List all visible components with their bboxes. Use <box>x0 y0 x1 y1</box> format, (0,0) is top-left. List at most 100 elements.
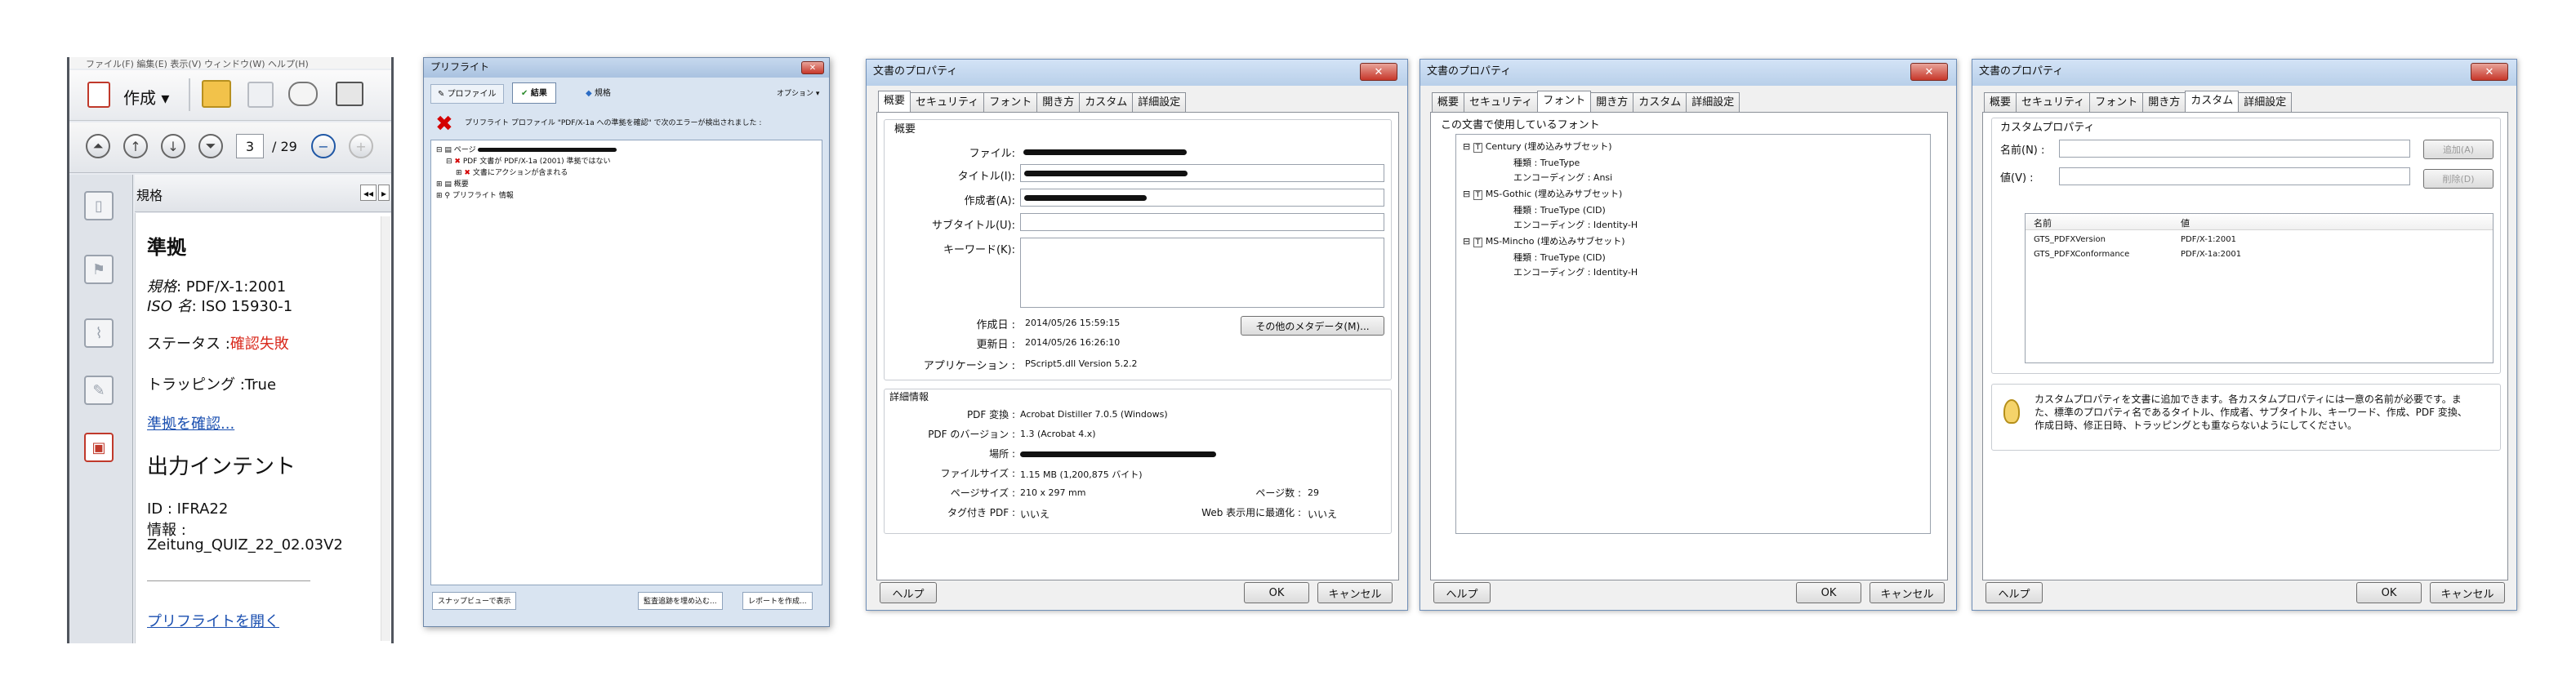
expand-right-icon[interactable]: ▸ <box>378 185 390 201</box>
property-value-field[interactable] <box>2059 167 2410 185</box>
font-item[interactable]: ⊟ T Century (埋め込みサブセット) <box>1463 140 1612 153</box>
menu-bar[interactable]: ファイル(F) 編集(E) 表示(V) ウィンドウ(W) ヘルプ(H) <box>69 57 391 69</box>
author-field[interactable] <box>1020 189 1384 207</box>
tab-profile[interactable]: ✎ プロファイル <box>430 84 504 104</box>
tab-custom[interactable]: カスタム <box>1079 92 1134 113</box>
zoom-in-icon[interactable]: + <box>349 134 373 158</box>
table-row[interactable]: GTS_PDFXVersion PDF/X-1:2001 <box>2026 233 2493 248</box>
close-icon[interactable]: ✕ <box>1910 63 1948 81</box>
tab-fonts[interactable]: フォント <box>983 92 1038 113</box>
tab-summary[interactable]: 概要 <box>1984 92 2017 113</box>
tab-initial-view[interactable]: 開き方 <box>1590 92 1634 113</box>
page-thumbnails-icon[interactable]: ▯ <box>84 191 114 220</box>
options-menu[interactable]: オプション ▾ <box>777 87 819 98</box>
title-field[interactable] <box>1020 164 1384 182</box>
cancel-button[interactable]: キャンセル <box>1870 582 1945 603</box>
help-button[interactable]: ヘルプ <box>880 582 937 603</box>
standards-icon[interactable]: ▣ <box>84 433 114 462</box>
table-row[interactable]: GTS_PDFXConformance PDF/X-1a:2001 <box>2026 248 2493 263</box>
tab-summary[interactable]: 概要 <box>1432 92 1465 113</box>
version-label: PDF のバージョン : <box>928 429 1015 440</box>
scrollbar[interactable] <box>381 216 390 641</box>
tree-item[interactable]: ⊞ ▤ 概要 <box>436 178 469 189</box>
zoom-out-icon[interactable]: − <box>311 134 336 158</box>
redaction <box>1020 451 1216 457</box>
font-item[interactable]: ⊟ T MS-Mincho (埋め込みサブセット) <box>1463 234 1625 247</box>
cancel-button[interactable]: キャンセル <box>2430 582 2505 603</box>
font-encoding: エンコーディング : Identity-H <box>1513 267 1638 278</box>
dialog-title: 文書のプロパティ <box>1972 60 2516 86</box>
more-metadata-button[interactable]: その他のメタデータ(M)... <box>1241 316 1384 336</box>
page-number-input[interactable]: 3 <box>236 134 264 158</box>
window-title: プリフライト <box>424 58 829 78</box>
producer-value: Acrobat Distiller 7.0.5 (Windows) <box>1020 409 1168 420</box>
tab-custom[interactable]: カスタム <box>1633 92 1687 113</box>
signature-icon[interactable]: ✎ <box>84 376 114 405</box>
cloud-upload-icon[interactable] <box>288 82 318 106</box>
embed-audit-button[interactable]: 監査追跡を埋め込む... <box>638 592 723 610</box>
bookmark-icon[interactable]: ⚑ <box>84 255 114 284</box>
first-page-icon[interactable]: ⏶ <box>86 134 110 158</box>
error-x-icon: ✖ <box>435 112 453 136</box>
last-page-icon[interactable]: ⏷ <box>198 134 223 158</box>
navigation-toolbar: ⏶ ↑ ↓ ⏷ 3 / 29 − + <box>69 122 391 173</box>
create-menu-button[interactable]: 作成 ▾ <box>123 85 169 109</box>
print-icon[interactable] <box>336 82 363 106</box>
tree-item[interactable]: ⊟ ▤ ページ <box>436 144 617 154</box>
ok-button[interactable]: OK <box>1796 582 1861 603</box>
tab-advanced[interactable]: 詳細設定 <box>2238 92 2293 113</box>
save-icon[interactable] <box>247 82 274 108</box>
tab-custom[interactable]: カスタム <box>2185 91 2240 113</box>
help-button[interactable]: ヘルプ <box>1433 582 1491 603</box>
keywords-field[interactable] <box>1020 238 1384 308</box>
tab-results[interactable]: ✔ 結果 <box>512 82 556 104</box>
font-item[interactable]: ⊟ T MS-Gothic (埋め込みサブセット) <box>1463 187 1622 200</box>
open-preflight-link[interactable]: プリフライトを開く <box>147 610 279 631</box>
tree-item[interactable]: ⊞ ✖ 文書にアクションが含まれる <box>456 167 568 177</box>
author-label: 作成者(A): <box>964 195 1015 207</box>
ok-button[interactable]: OK <box>2356 582 2422 603</box>
tab-advanced[interactable]: 詳細設定 <box>1686 92 1740 113</box>
ok-button[interactable]: OK <box>1244 582 1309 603</box>
tree-item[interactable]: ⊟ ✖ PDF 文書が PDF/X-1a (2001) 準拠ではない <box>446 155 611 166</box>
snap-view-button[interactable]: スナップビューで表示 <box>432 592 517 610</box>
previous-page-icon[interactable]: ↑ <box>123 134 148 158</box>
divider <box>147 580 310 581</box>
tree-item[interactable]: ⊞ ⚲ プリフライト 情報 <box>436 189 514 200</box>
create-report-button[interactable]: レポートを作成... <box>742 592 813 610</box>
verify-compliance-link[interactable]: 準拠を確認... <box>147 412 234 434</box>
property-name-field[interactable] <box>2059 140 2410 158</box>
tab-security[interactable]: セキュリティ <box>910 92 985 113</box>
collapse-left-icon[interactable]: ◂◂ <box>360 185 377 201</box>
tab-standards[interactable]: ◆ 規格 <box>579 84 617 104</box>
status-value: 確認失敗 <box>230 336 289 353</box>
tab-advanced[interactable]: 詳細設定 <box>1132 92 1187 113</box>
tab-security[interactable]: セキュリティ <box>2016 92 2091 113</box>
subtitle-field[interactable] <box>1020 213 1384 231</box>
tab-initial-view[interactable]: 開き方 <box>1036 92 1081 113</box>
toolbar-divider <box>189 78 190 111</box>
open-folder-icon[interactable] <box>202 80 231 108</box>
tab-fonts[interactable]: フォント <box>2089 92 2144 113</box>
tab-summary[interactable]: 概要 <box>878 91 911 113</box>
close-icon[interactable]: ✕ <box>1360 63 1397 81</box>
row-value: PDF/X-1:2001 <box>2181 235 2236 244</box>
delete-button[interactable]: 削除(D) <box>2423 169 2494 189</box>
standard-line: 規格: PDF/X-1:2001 <box>147 278 287 296</box>
create-pdf-icon[interactable] <box>87 82 110 108</box>
column-header-value[interactable]: 値 <box>2181 216 2190 229</box>
close-icon[interactable]: ✕ <box>2471 63 2508 81</box>
dialog-title: 文書のプロパティ <box>1420 60 1956 86</box>
close-icon[interactable]: ✕ <box>801 61 824 74</box>
tab-initial-view[interactable]: 開き方 <box>2142 92 2186 113</box>
help-button[interactable]: ヘルプ <box>1985 582 2043 603</box>
page-size-value: 210 x 297 mm <box>1020 487 1086 498</box>
tab-bar: 概要 セキュリティ フォント 開き方 カスタム 詳細設定 <box>1432 91 1740 113</box>
next-page-icon[interactable]: ↓ <box>161 134 185 158</box>
column-header-name[interactable]: 名前 <box>2034 216 2052 229</box>
cancel-button[interactable]: キャンセル <box>1317 582 1393 603</box>
attachment-icon[interactable]: ⌇ <box>84 318 114 348</box>
tab-fonts[interactable]: フォント <box>1537 91 1592 113</box>
add-button[interactable]: 追加(A) <box>2423 140 2494 159</box>
tab-security[interactable]: セキュリティ <box>1464 92 1539 113</box>
